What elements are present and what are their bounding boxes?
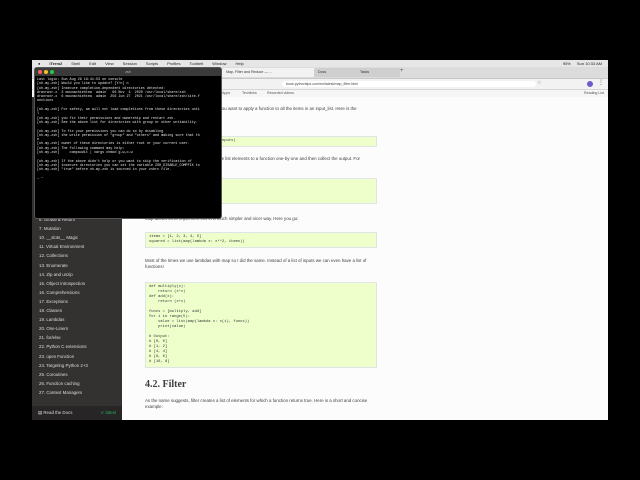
code-block: items = [1, 2, 3, 4, 5] squared = list(m… — [145, 232, 377, 248]
battery-level[interactable]: 95% — [563, 60, 571, 67]
menu-dots-icon[interactable]: ⋮ — [598, 79, 604, 86]
new-tab-icon[interactable]: + — [400, 68, 404, 74]
sidebar-item[interactable]: 10. __slots__ Magic — [36, 233, 123, 242]
menu-view[interactable]: View — [105, 60, 114, 67]
terminal-window[interactable]: zsh Last login: Sun Aug 29 19:41:53 on c… — [34, 67, 222, 219]
paragraph: Most of the times we use lambdas with ma… — [145, 258, 367, 269]
sidebar-item[interactable]: 11. Virtual Environment — [36, 242, 123, 251]
browser-tab[interactable]: Tasks — [356, 68, 400, 77]
sidebar-item[interactable]: 27. Context Managers — [36, 388, 123, 397]
terminal-title: zsh — [125, 70, 131, 74]
sidebar-item[interactable]: 15. Object introspection — [36, 279, 123, 288]
menu-scripts[interactable]: Scripts — [146, 60, 158, 67]
section-heading: 4.2. Filter — [145, 379, 187, 390]
sidebar-item[interactable]: 20. One-Liners — [36, 324, 123, 333]
macos-menubar: ● iTerm2 Shell Edit View Session Scripts… — [32, 60, 608, 67]
menu-app-name[interactable]: iTerm2 — [49, 60, 62, 67]
profile-avatar[interactable] — [587, 81, 593, 87]
terminal-titlebar[interactable]: zsh — [35, 68, 221, 76]
paragraph: As the name suggests, filter creates a l… — [145, 398, 368, 409]
browser-tab[interactable]: Docs — [314, 68, 358, 77]
bookmark-item[interactable]: Recorded videos — [267, 90, 294, 97]
sidebar-item[interactable]: 18. Classes — [36, 306, 123, 315]
sidebar-item[interactable]: 23. open Function — [36, 352, 123, 361]
bookmark-item[interactable]: Techlinks — [242, 90, 257, 97]
read-the-docs-footer[interactable]: ▤ Read the Docs v: latest — [32, 406, 122, 420]
apple-icon[interactable]: ● — [38, 60, 40, 67]
sidebar-item[interactable]: 12. Collections — [36, 251, 123, 260]
book-icon: ▤ — [38, 410, 43, 415]
browser-tab-active[interactable]: Map, Filter and Reduce — ... — [222, 68, 316, 77]
menu-edit[interactable]: Edit — [89, 60, 96, 67]
sidebar-item[interactable]: 21. for/else — [36, 333, 123, 342]
sidebar-item[interactable]: 7. Mutation — [36, 224, 123, 233]
menu-help[interactable]: Help — [236, 60, 244, 67]
rtd-label: Read the Docs — [43, 410, 73, 415]
sidebar-item[interactable]: 14. Zip and unzip — [36, 270, 123, 279]
menu-profiles[interactable]: Profiles — [167, 60, 180, 67]
sidebar-item[interactable]: 25. Coroutines — [36, 370, 123, 379]
menubar-status-area: 95% Sun 10:33 AM — [563, 60, 608, 67]
sidebar-item[interactable]: 22. Python C extensions — [36, 342, 123, 351]
menu-toolbelt[interactable]: Toolbelt — [189, 60, 203, 67]
sidebar-item[interactable]: 17. Exceptions — [36, 297, 123, 306]
sidebar-item[interactable]: 16. Comprehensions — [36, 288, 123, 297]
sidebar-item[interactable]: 13. Enumerate — [36, 261, 123, 270]
bookmark-item[interactable]: Apps — [222, 90, 230, 97]
sidebar-item[interactable]: 26. Function caching — [36, 379, 123, 388]
star-icon[interactable]: ☆ — [537, 80, 541, 86]
menu-window[interactable]: Window — [212, 60, 226, 67]
menu-shell[interactable]: Shell — [71, 60, 80, 67]
sidebar-item[interactable]: 24. Targeting Python 2+3 — [36, 361, 123, 370]
terminal-output[interactable]: Last login: Sun Aug 29 19:41:53 on conso… — [35, 76, 221, 183]
sidebar-item[interactable]: 19. Lambdas — [36, 315, 123, 324]
menu-session[interactable]: Session — [123, 60, 137, 67]
reading-list-button[interactable]: Reading List — [584, 91, 604, 95]
clock[interactable]: Sun 10:33 AM — [577, 60, 602, 67]
code-block: def multiply(x): return (x*x) def add(x)… — [145, 282, 377, 368]
url-bar[interactable]: book.pythontips.com/en/latest/map_filter… — [282, 81, 536, 87]
version-label[interactable]: v: latest — [101, 406, 116, 420]
